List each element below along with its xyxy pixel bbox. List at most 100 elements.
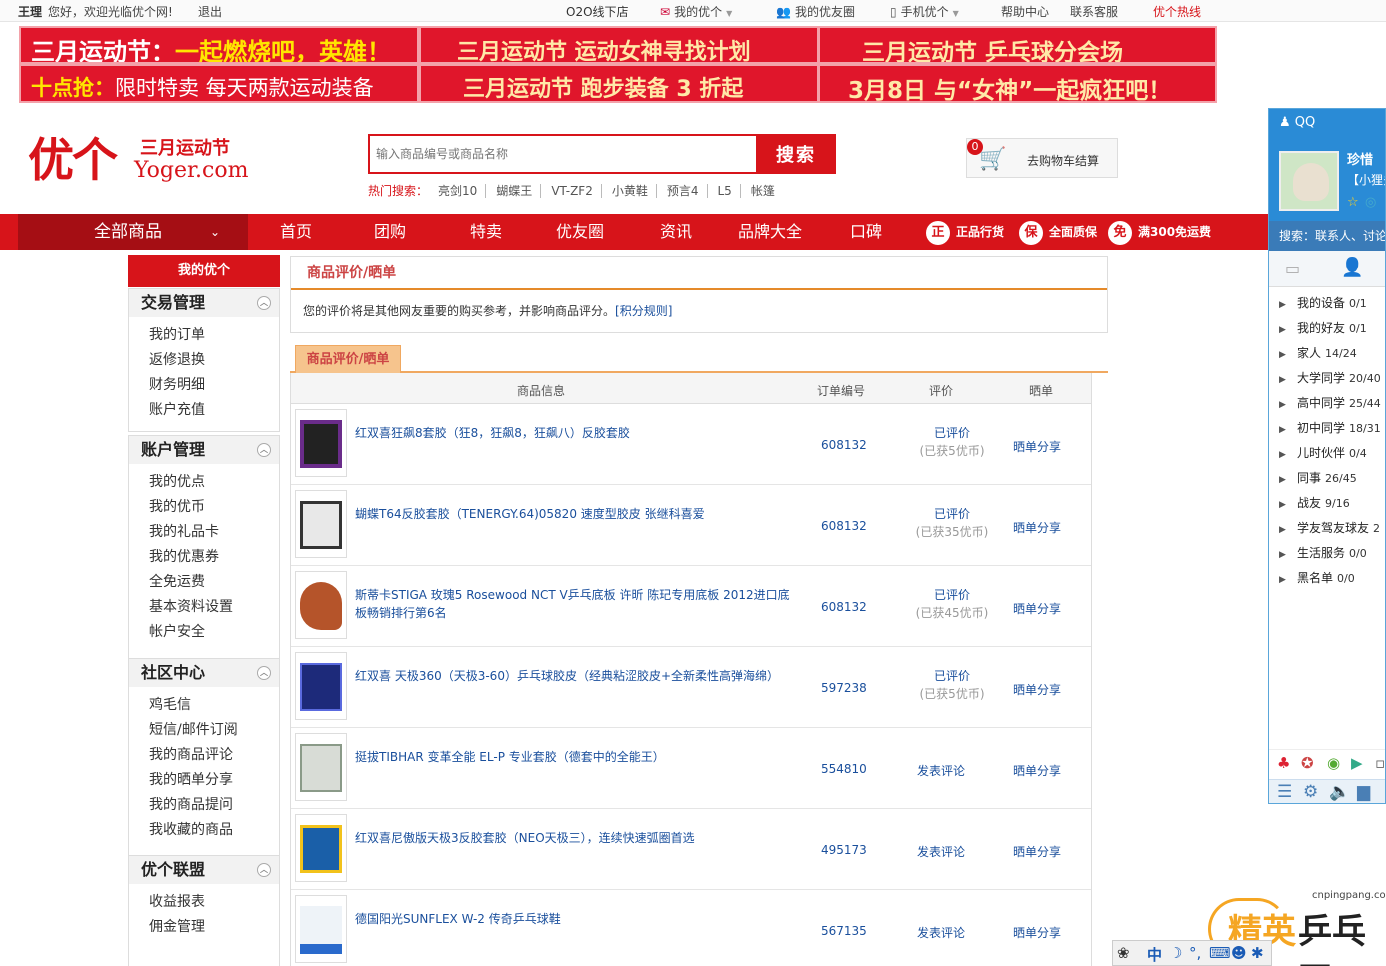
help-center-link[interactable]: 帮助中心 [1001, 3, 1049, 20]
volume-icon[interactable]: 🔈 [1329, 782, 1350, 802]
sidebar-item-gift-card[interactable]: 我的礼品卡 [149, 520, 279, 545]
banner-womens-day[interactable]: 3月8日 与“女神”一起疯狂吧！ [818, 64, 1217, 103]
sidebar-group-title[interactable]: 优个联盟 ︿ [129, 856, 279, 884]
share-link[interactable]: 晒单分享 [1013, 438, 1061, 455]
product-name[interactable]: 德国阳光SUNFLEX W-2 传奇乒乓球鞋 [355, 910, 795, 928]
product-image[interactable] [295, 490, 347, 558]
qq-search-input[interactable]: 搜索：联系人、讨论 [1269, 221, 1385, 251]
collapse-icon[interactable]: ︿ [257, 296, 271, 310]
list-item[interactable]: ▶ 同事 26/45 [1279, 466, 1385, 491]
hot-keyword[interactable]: 小黄鞋 [611, 184, 657, 198]
sidebar-item-commission[interactable]: 佣金管理 [149, 915, 279, 940]
sidebar-item-coins[interactable]: 我的优币 [149, 495, 279, 520]
list-item[interactable]: ▶ 生活服务 0/0 [1279, 541, 1385, 566]
my-yoger-menu[interactable]: ✉ 我的优个 ▼ [660, 3, 732, 20]
status-icon[interactable]: ◎ [1365, 195, 1376, 210]
list-item[interactable]: ▶ 初中同学 18/31 [1279, 416, 1385, 441]
order-number[interactable]: 495173 [821, 843, 867, 857]
punctuation-icon[interactable]: °, [1189, 944, 1201, 962]
menu-icon[interactable]: ☰ [1277, 782, 1292, 802]
sidebar-item-returns[interactable]: 返修退换 [149, 348, 279, 373]
cart-button[interactable]: 0 🛒 去购物车结算 [966, 138, 1118, 178]
product-image[interactable] [295, 814, 347, 882]
sidebar-item-reviews[interactable]: 我的商品评论 [149, 743, 279, 768]
list-item[interactable]: ▶ 战友 9/16 [1279, 491, 1385, 516]
share-link[interactable]: 晒单分享 [1013, 762, 1061, 779]
sidebar-item-earnings[interactable]: 收益报表 [149, 890, 279, 915]
sidebar-group-title[interactable]: 账户管理 ︿ [129, 436, 279, 464]
contact-service-link[interactable]: 联系客服 [1070, 3, 1118, 20]
order-number[interactable]: 567135 [821, 924, 867, 938]
list-item[interactable]: ▶ 我的好友 0/1 [1279, 316, 1385, 341]
banner-running-gear[interactable]: 三月运动节 跑步装备 3 折起 [419, 64, 819, 103]
order-number[interactable]: 608132 [821, 438, 867, 452]
ime-mode[interactable]: 中 [1147, 944, 1162, 965]
product-name[interactable]: 红双喜 天极360（天极3-60）乒乓球胶皮（经典粘涩胶皮+全新柔性高弹海绵） [355, 667, 795, 685]
star-icon[interactable]: ☆ [1347, 195, 1359, 210]
folder-icon[interactable]: ▆ [1357, 782, 1370, 802]
write-review-link[interactable]: 发表评论 [917, 843, 965, 860]
contacts-icon[interactable]: 👤 [1341, 257, 1363, 278]
banner-goddess-plan[interactable]: 三月运动节 运动女神寻找计划 [419, 26, 819, 64]
keyboard-icon[interactable]: ⌨ [1209, 944, 1231, 962]
nav-item-group-buy[interactable]: 团购 [374, 214, 406, 250]
sidebar-item-questions[interactable]: 我的商品提问 [149, 793, 279, 818]
more-icon[interactable]: ▫ [1375, 754, 1385, 772]
list-item[interactable]: ▶ 黑名单 0/0 [1279, 566, 1385, 591]
order-number[interactable]: 597238 [821, 681, 867, 695]
sidebar-item-free-shipping[interactable]: 全免运费 [149, 570, 279, 595]
sidebar-item-profile[interactable]: 基本资料设置 [149, 595, 279, 620]
chat-icon[interactable]: ▭ [1285, 259, 1300, 278]
sidebar-group-title[interactable]: 交易管理 ︿ [129, 289, 279, 317]
sidebar-group-title[interactable]: 社区中心 ︿ [129, 659, 279, 687]
product-image[interactable] [295, 652, 347, 720]
list-item[interactable]: ▶ 大学同学 20/40 [1279, 366, 1385, 391]
tab-reviews[interactable]: 商品评价/晒单 [295, 345, 401, 373]
hotline-link[interactable]: 优个热线 [1153, 3, 1201, 20]
list-item[interactable]: ▶ 学友驾友球友 2 [1279, 516, 1385, 541]
sidebar-item-recharge[interactable]: 账户充值 [149, 398, 279, 423]
product-name[interactable]: 红双喜尼傲版天极3反胶套胶（NEO天极三），连续快速弧圈首选 [355, 829, 795, 847]
moon-icon[interactable]: ☽ [1169, 944, 1182, 962]
game-icon[interactable]: ◉ [1327, 754, 1340, 772]
order-number[interactable]: 608132 [821, 600, 867, 614]
sidebar-item-subscriptions[interactable]: 短信/邮件订阅 [149, 718, 279, 743]
qq-penguin-icon[interactable]: ♣ [1277, 754, 1290, 772]
share-link[interactable]: 晒单分享 [1013, 924, 1061, 941]
nav-item-sale[interactable]: 特卖 [470, 214, 502, 250]
product-image[interactable] [295, 895, 347, 963]
hot-keyword[interactable]: L5 [717, 184, 741, 198]
banner-pingpong-venue[interactable]: 三月运动节 乒乓球分会场 [818, 26, 1217, 64]
banner-sports-festival[interactable]: 三月运动节：一起燃烧吧，英雄！ [19, 26, 419, 64]
review-status-label[interactable]: 已评价 [897, 667, 1007, 685]
o2o-store-link[interactable]: O2O线下店 [566, 3, 629, 20]
share-link[interactable]: 晒单分享 [1013, 843, 1061, 860]
sidebar-item-points[interactable]: 我的优点 [149, 470, 279, 495]
share-link[interactable]: 晒单分享 [1013, 600, 1061, 617]
nav-item-home[interactable]: 首页 [280, 214, 312, 250]
ime-logo-icon[interactable]: ❀ [1117, 944, 1130, 962]
review-status-label[interactable]: 已评价 [897, 424, 1007, 442]
product-image[interactable] [295, 409, 347, 477]
order-number[interactable]: 554810 [821, 762, 867, 776]
product-name[interactable]: 斯蒂卡STIGA 玫瑰5 Rosewood NCT V乒乓底板 许昕 陈玘专用底… [355, 586, 795, 622]
all-products-menu[interactable]: 全部商品 ⌄ [18, 214, 248, 250]
product-image[interactable] [295, 733, 347, 801]
review-status-label[interactable]: 已评价 [897, 505, 1007, 523]
sidebar-item-orders[interactable]: 我的订单 [149, 323, 279, 348]
search-button[interactable]: 搜索 [756, 134, 836, 174]
product-name[interactable]: 红双喜狂飙8套胶（狂8，狂飙8，狂飙八）反胶套胶 [355, 424, 795, 442]
sidebar-item-finance[interactable]: 财务明细 [149, 373, 279, 398]
nav-item-friends[interactable]: 优友圈 [556, 214, 604, 250]
review-status-label[interactable]: 已评价 [897, 586, 1007, 604]
search-input[interactable] [368, 134, 758, 174]
hot-keyword[interactable]: 帐篷 [751, 184, 783, 198]
product-name[interactable]: 挺拔TIBHAR 变革全能 EL-P 专业套胶（德套中的全能王） [355, 748, 795, 766]
sidebar-item-coupons[interactable]: 我的优惠券 [149, 545, 279, 570]
product-image[interactable] [295, 571, 347, 639]
product-name[interactable]: 蝴蝶T64反胶套胶（TENERGY.64)05820 速度型胶皮 张继科喜爱 [355, 505, 795, 523]
collapse-icon[interactable]: ︿ [257, 666, 271, 680]
user-icon[interactable]: ☻ [1231, 944, 1247, 962]
site-logo[interactable]: 优个 三月运动节 Yoger.com [28, 130, 258, 190]
my-friends-link[interactable]: 👥 我的优友圈 [776, 3, 855, 20]
